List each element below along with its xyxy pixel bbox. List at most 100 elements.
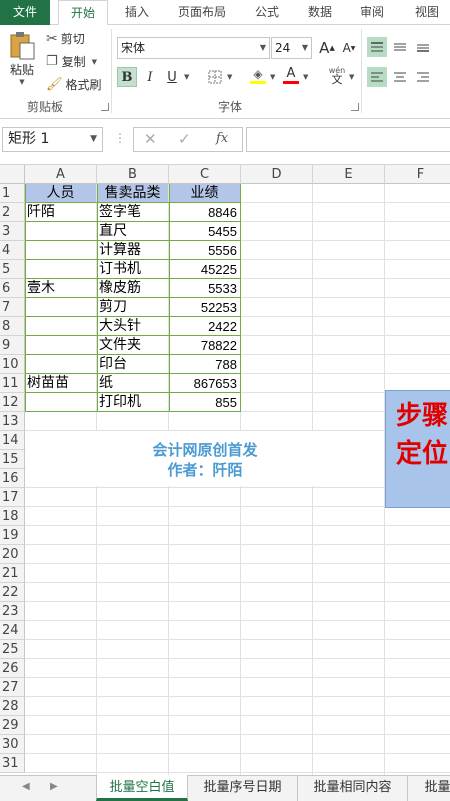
format-painter-button[interactable]: 🖌 格式刷: [46, 76, 102, 93]
italic-button[interactable]: I: [140, 67, 160, 87]
bold-button[interactable]: B: [117, 67, 137, 87]
row-header[interactable]: 15: [0, 450, 25, 469]
cell[interactable]: 5556: [169, 241, 240, 260]
align-right-button[interactable]: [413, 67, 433, 87]
chevron-down-icon[interactable]: ▼: [19, 78, 24, 86]
tab-formulas[interactable]: 公式: [243, 0, 291, 25]
phonetic-guide-button[interactable]: wén 文: [325, 65, 349, 85]
row-header[interactable]: 10: [0, 355, 25, 374]
cell[interactable]: 售卖品类: [97, 184, 168, 203]
row-header[interactable]: 19: [0, 526, 25, 545]
row-header[interactable]: 23: [0, 602, 25, 621]
tab-file[interactable]: 文件: [0, 0, 50, 25]
name-box[interactable]: 矩形 1 ▼: [2, 127, 103, 152]
column-header[interactable]: B: [97, 165, 169, 184]
row-header[interactable]: 3: [0, 222, 25, 241]
cell[interactable]: [25, 241, 96, 260]
row-header[interactable]: 5: [0, 260, 25, 279]
paste-button[interactable]: 粘贴 ▼: [6, 31, 38, 89]
column-header[interactable]: F: [385, 165, 450, 184]
borders-button[interactable]: [205, 67, 225, 87]
row-header[interactable]: 6: [0, 279, 25, 298]
row-header[interactable]: 7: [0, 298, 25, 317]
row-header[interactable]: 24: [0, 621, 25, 640]
worksheet-grid[interactable]: ABCDEF 1 2 3 4 5 6 7 8 9 10 11 12 13 14 15 16 17 18 19 20 21…: [0, 165, 450, 775]
rectangle-shape[interactable]: 步骤 定位: [385, 390, 450, 508]
row-header[interactable]: 18: [0, 507, 25, 526]
cell[interactable]: 45225: [169, 260, 240, 279]
row-header[interactable]: 28: [0, 697, 25, 716]
cell[interactable]: 剪刀: [97, 298, 168, 317]
tab-data[interactable]: 数据: [296, 0, 344, 25]
select-all-corner[interactable]: [0, 165, 25, 184]
align-bottom-button[interactable]: [413, 37, 433, 57]
row-header[interactable]: 13: [0, 412, 25, 431]
chevron-down-icon[interactable]: ▼: [227, 73, 232, 81]
row-header[interactable]: 11: [0, 374, 25, 393]
cell[interactable]: 8846: [169, 203, 240, 222]
tab-page-layout[interactable]: 页面布局: [170, 0, 234, 25]
cell[interactable]: 橡皮筋: [97, 279, 168, 298]
fill-color-button[interactable]: ◈: [248, 65, 268, 85]
align-top-button[interactable]: [367, 37, 387, 57]
tab-home[interactable]: 开始: [58, 0, 108, 26]
chevron-down-icon[interactable]: ▼: [184, 73, 189, 81]
row-header[interactable]: 17: [0, 488, 25, 507]
sheet-tab-same-content[interactable]: 批量相同内容: [298, 775, 408, 801]
cell[interactable]: 阡陌: [25, 203, 96, 222]
column-header[interactable]: E: [313, 165, 385, 184]
row-header[interactable]: 26: [0, 659, 25, 678]
row-header[interactable]: 12: [0, 393, 25, 412]
sheet-tab-blank-values[interactable]: 批量空白值: [96, 775, 188, 801]
row-header[interactable]: 22: [0, 583, 25, 602]
row-header[interactable]: 1: [0, 184, 25, 203]
row-header[interactable]: 21: [0, 564, 25, 583]
underline-button[interactable]: U: [162, 67, 182, 87]
font-size-select[interactable]: 24 ▼: [271, 37, 312, 59]
increase-font-size-button[interactable]: A ▲: [317, 38, 337, 58]
sheet-next-icon[interactable]: ▶: [50, 781, 58, 792]
sheet-tab-batch[interactable]: 批量: [408, 775, 450, 801]
chevron-down-icon[interactable]: ▼: [92, 58, 97, 66]
row-header[interactable]: 30: [0, 735, 25, 754]
cell[interactable]: [25, 355, 96, 374]
cell[interactable]: 业绩: [169, 184, 240, 203]
align-left-button[interactable]: [367, 67, 387, 87]
cell[interactable]: 855: [169, 393, 240, 412]
insert-function-icon[interactable]: fx: [216, 131, 228, 146]
chevron-down-icon[interactable]: ▼: [303, 73, 308, 81]
column-header[interactable]: A: [25, 165, 97, 184]
cell[interactable]: [25, 336, 96, 355]
row-header[interactable]: 27: [0, 678, 25, 697]
tab-view[interactable]: 视图: [403, 0, 450, 25]
cell[interactable]: 788: [169, 355, 240, 374]
cell[interactable]: 打印机: [97, 393, 168, 412]
font-launcher-icon[interactable]: [351, 103, 359, 111]
cell[interactable]: 大头针: [97, 317, 168, 336]
cell[interactable]: [25, 393, 96, 412]
row-header[interactable]: 8: [0, 317, 25, 336]
cell[interactable]: 计算器: [97, 241, 168, 260]
column-header[interactable]: D: [241, 165, 313, 184]
copy-button[interactable]: ❐ 复制 ▼: [46, 53, 97, 70]
cell[interactable]: 壹木: [25, 279, 96, 298]
cell[interactable]: 纸: [97, 374, 168, 393]
cell[interactable]: 印台: [97, 355, 168, 374]
cell[interactable]: [25, 317, 96, 336]
cancel-icon[interactable]: ✕: [144, 130, 157, 148]
sheet-prev-icon[interactable]: ◀: [22, 781, 30, 792]
cell[interactable]: [25, 222, 96, 241]
align-middle-button[interactable]: [390, 37, 410, 57]
cell[interactable]: 5455: [169, 222, 240, 241]
row-header[interactable]: 9: [0, 336, 25, 355]
cell[interactable]: 订书机: [97, 260, 168, 279]
cell[interactable]: [25, 260, 96, 279]
row-header[interactable]: 4: [0, 241, 25, 260]
align-center-button[interactable]: [390, 67, 410, 87]
chevron-down-icon[interactable]: ▼: [270, 73, 275, 81]
cell[interactable]: 树苗苗: [25, 374, 96, 393]
chevron-down-icon[interactable]: ▼: [349, 73, 354, 81]
tab-review[interactable]: 审阅: [348, 0, 396, 25]
row-header[interactable]: 14: [0, 431, 25, 450]
cell[interactable]: 867653: [169, 374, 240, 393]
